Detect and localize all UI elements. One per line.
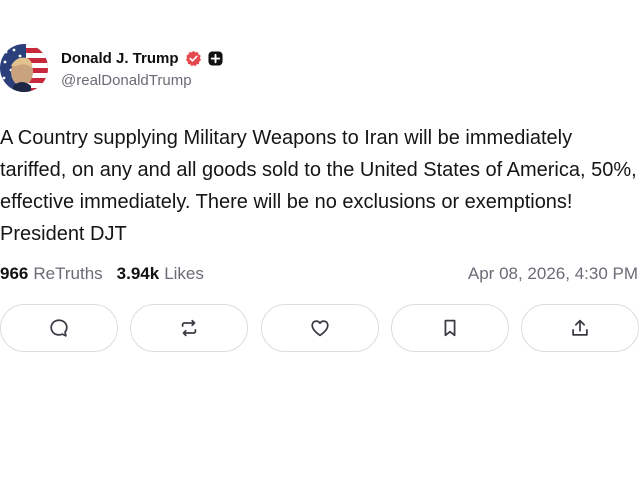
bookmark-icon [444, 319, 456, 337]
like-button[interactable] [261, 304, 379, 352]
post-header: Donald J. Trump @realDonaldTrump [0, 42, 223, 94]
verified-badge-icon [185, 50, 202, 67]
retruths-stat[interactable]: 966 ReTruths [0, 264, 103, 284]
action-bar [0, 304, 640, 354]
share-button[interactable] [521, 304, 639, 352]
avatar[interactable] [0, 44, 48, 92]
retruth-icon [181, 319, 197, 337]
plus-badge-icon [207, 50, 223, 66]
name-row: Donald J. Trump [61, 47, 223, 69]
post-stats: 966 ReTruths 3.94k Likes Apr 08, 2026, 4… [0, 262, 640, 286]
heart-icon [311, 320, 329, 337]
retruths-count: 966 [0, 264, 29, 283]
retruths-label: ReTruths [33, 264, 103, 283]
likes-stat[interactable]: 3.94k Likes [117, 264, 204, 284]
post-card: Donald J. Trump @realDonaldTrump A Count… [0, 0, 640, 480]
likes-count: 3.94k [116, 264, 160, 283]
post-timestamp[interactable]: Apr 08, 2026, 4:30 PM [468, 264, 638, 284]
author-info: Donald J. Trump @realDonaldTrump [61, 47, 223, 89]
avatar-image [0, 44, 48, 92]
reply-button[interactable] [0, 304, 118, 352]
likes-label: Likes [164, 264, 204, 283]
author-handle[interactable]: @realDonaldTrump [61, 72, 223, 89]
reply-icon [50, 319, 68, 337]
bookmark-button[interactable] [391, 304, 509, 352]
post-text: A Country supplying Military Weapons to … [0, 127, 637, 245]
retruth-button[interactable] [130, 304, 248, 352]
author-display-name[interactable]: Donald J. Trump [61, 50, 179, 67]
share-icon [572, 319, 588, 336]
